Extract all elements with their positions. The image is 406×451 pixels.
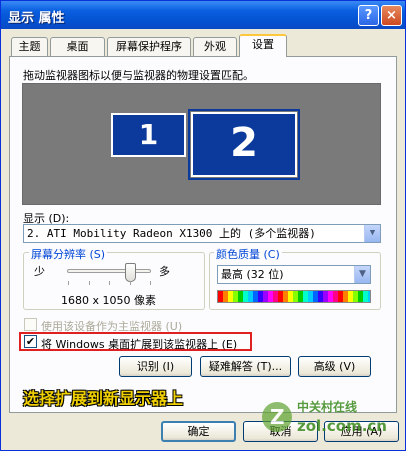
troubleshoot-button[interactable]: 疑难解答 (T)... [200, 356, 291, 377]
checkmark-icon: ✔ [25, 335, 36, 348]
close-button[interactable]: × [381, 5, 402, 26]
tab-settings[interactable]: 设置 [239, 34, 287, 57]
slider-tick [68, 281, 69, 285]
watermark-logo: Z 中关村在线 zol.com.cn [262, 399, 387, 435]
watermark-url: zol.com.cn [297, 417, 387, 435]
close-icon: × [386, 8, 397, 23]
resolution-max-label: 多 [159, 265, 170, 278]
extend-desktop-label: 将 Windows 桌面扩展到该监视器上 (E) [41, 338, 238, 351]
instruction-text: 拖动监视器图标以便与监视器的物理设置匹配。 [23, 69, 254, 82]
watermark-text: 中关村在线 [297, 399, 357, 414]
help-icon: ? [364, 8, 373, 23]
resolution-slider-thumb[interactable] [124, 263, 136, 282]
window-title: 显示 属性 [8, 11, 65, 26]
display-select[interactable]: 2. ATI Mobility Radeon X1300 上的 (多个监视器) … [23, 224, 381, 243]
tab-appearance[interactable]: 外观 [193, 37, 237, 56]
extend-desktop-checkbox[interactable]: ✔ [24, 335, 37, 348]
annotation-caption: 选择扩展到新显示器上 [23, 389, 184, 408]
ok-button[interactable]: 确定 [161, 421, 236, 442]
resolution-title: 屏幕分辨率 (S) [29, 246, 108, 262]
chevron-down-icon[interactable]: ▼ [354, 266, 370, 283]
resolution-value: 1680 x 1050 像素 [61, 294, 156, 307]
title-bar[interactable]: 显示 属性 ? × [1, 1, 405, 29]
slider-tick [130, 281, 131, 285]
display-select-value: 2. ATI Mobility Radeon X1300 上的 (多个监视器) [27, 227, 316, 240]
advanced-button[interactable]: 高级 (V) [298, 356, 371, 377]
slider-tick [150, 281, 151, 285]
resolution-slider-track[interactable] [67, 269, 151, 273]
display-properties-window: 显示 属性 ? × 主题 桌面 屏幕保护程序 外观 设置 拖动监视器图标以便与监… [0, 0, 406, 451]
color-quality-value: 最高 (32 位) [221, 268, 284, 281]
primary-monitor-checkbox[interactable] [24, 318, 37, 331]
chevron-down-icon[interactable]: ▼ [364, 225, 380, 242]
slider-tick [89, 281, 90, 285]
color-quality-select[interactable]: 最高 (32 位) ▼ [217, 265, 371, 284]
color-quality-title: 颜色质量 (C) [214, 246, 282, 262]
watermark-letter: Z [270, 405, 285, 429]
tab-desktop[interactable]: 桌面 [50, 37, 105, 56]
slider-tick [109, 281, 110, 285]
identify-button[interactable]: 识别 (I) [119, 356, 192, 377]
color-spectrum-bar [217, 290, 371, 303]
monitor-1-icon[interactable]: 1 [111, 113, 186, 157]
monitor-2-icon[interactable]: 2 [188, 109, 300, 180]
resolution-min-label: 少 [34, 265, 45, 278]
help-button[interactable]: ? [358, 5, 379, 26]
tab-themes[interactable]: 主题 [11, 37, 48, 56]
tab-screensaver[interactable]: 屏幕保护程序 [107, 37, 191, 56]
